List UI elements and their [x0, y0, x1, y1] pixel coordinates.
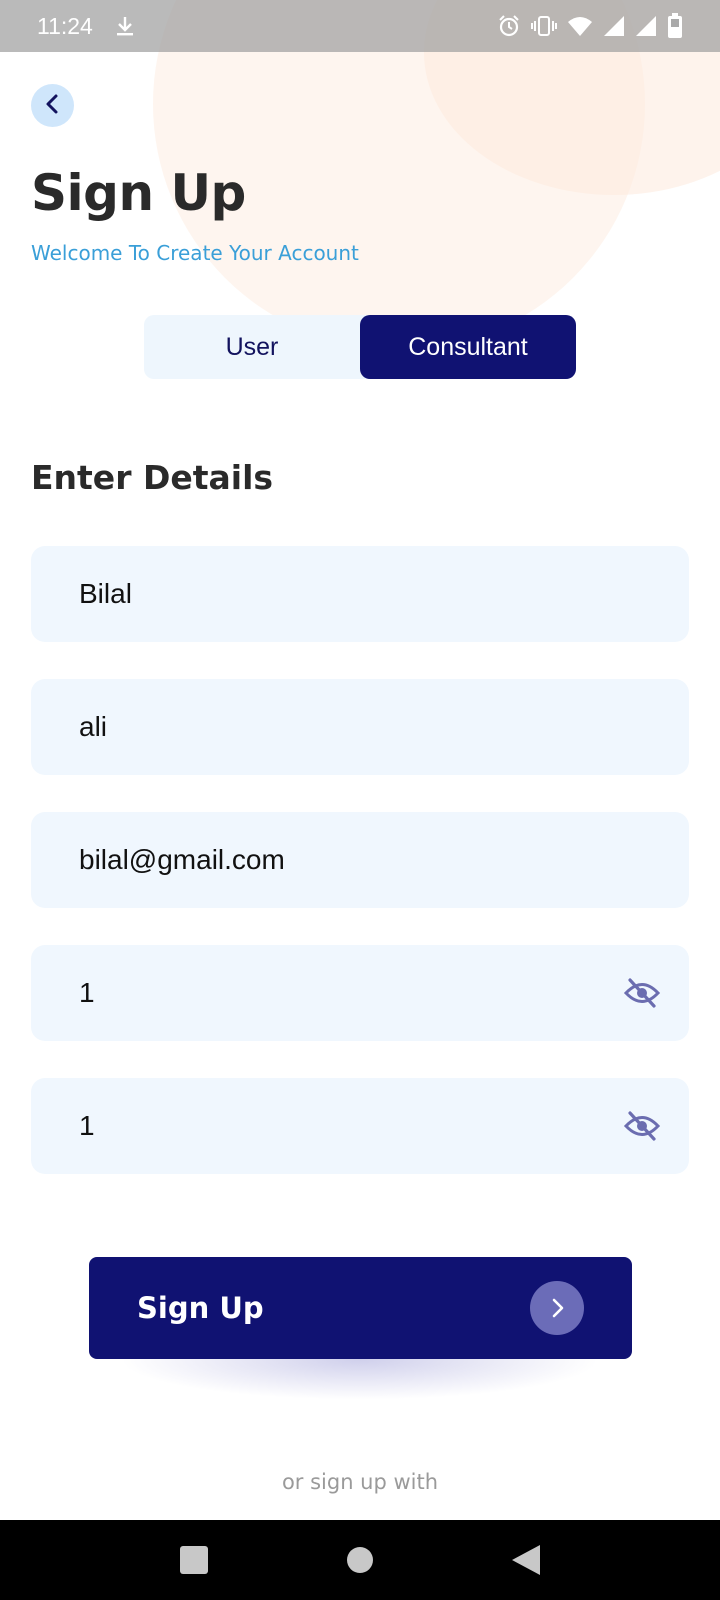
confirm-password-field[interactable]: 1	[31, 1078, 689, 1174]
page-subtitle: Welcome To Create Your Account	[31, 241, 359, 265]
recents-icon[interactable]	[179, 1545, 209, 1575]
eye-off-icon[interactable]	[623, 1107, 661, 1145]
vibrate-icon	[531, 14, 557, 38]
alt-signup-text: or sign up with	[281, 1470, 439, 1494]
email-value: bilal@gmail.com	[79, 844, 285, 875]
status-bar: 11:24	[0, 0, 720, 52]
email-field[interactable]: bilal@gmail.com	[31, 812, 689, 908]
password-value: 1	[79, 977, 95, 1008]
back-button[interactable]	[31, 84, 74, 127]
last-name-value: ali	[79, 711, 108, 742]
page-title: Sign Up	[31, 164, 246, 222]
sign-up-button[interactable]: Sign Up	[89, 1257, 632, 1359]
alarm-icon	[497, 14, 521, 38]
last-name-field[interactable]: ali	[31, 679, 689, 775]
status-icons	[497, 13, 683, 39]
signup-screen: 11:24 Sign Up Welcome To Create Your Acc…	[0, 0, 720, 1600]
account-type-toggle: User Consultant	[144, 315, 576, 379]
tab-user[interactable]: User	[144, 315, 360, 379]
battery-icon	[667, 13, 683, 39]
status-time: 11:24	[37, 12, 93, 39]
download-icon	[115, 14, 135, 38]
signal-icon	[635, 15, 657, 37]
sign-up-label: Sign Up	[137, 1291, 264, 1325]
home-icon[interactable]	[346, 1546, 374, 1574]
confirm-password-value: 1	[79, 1110, 95, 1141]
first-name-value: Bilal	[79, 578, 132, 609]
password-field[interactable]: 1	[31, 945, 689, 1041]
tab-consultant[interactable]: Consultant	[360, 315, 576, 379]
back-icon[interactable]	[511, 1544, 541, 1576]
eye-off-icon[interactable]	[623, 974, 661, 1012]
first-name-field[interactable]: Bilal	[31, 546, 689, 642]
chevron-left-icon	[43, 93, 63, 119]
section-title: Enter Details	[31, 458, 274, 497]
chevron-right-icon	[530, 1281, 584, 1335]
wifi-icon	[567, 15, 593, 37]
system-nav-bar	[0, 1520, 720, 1600]
signal-icon	[603, 15, 625, 37]
